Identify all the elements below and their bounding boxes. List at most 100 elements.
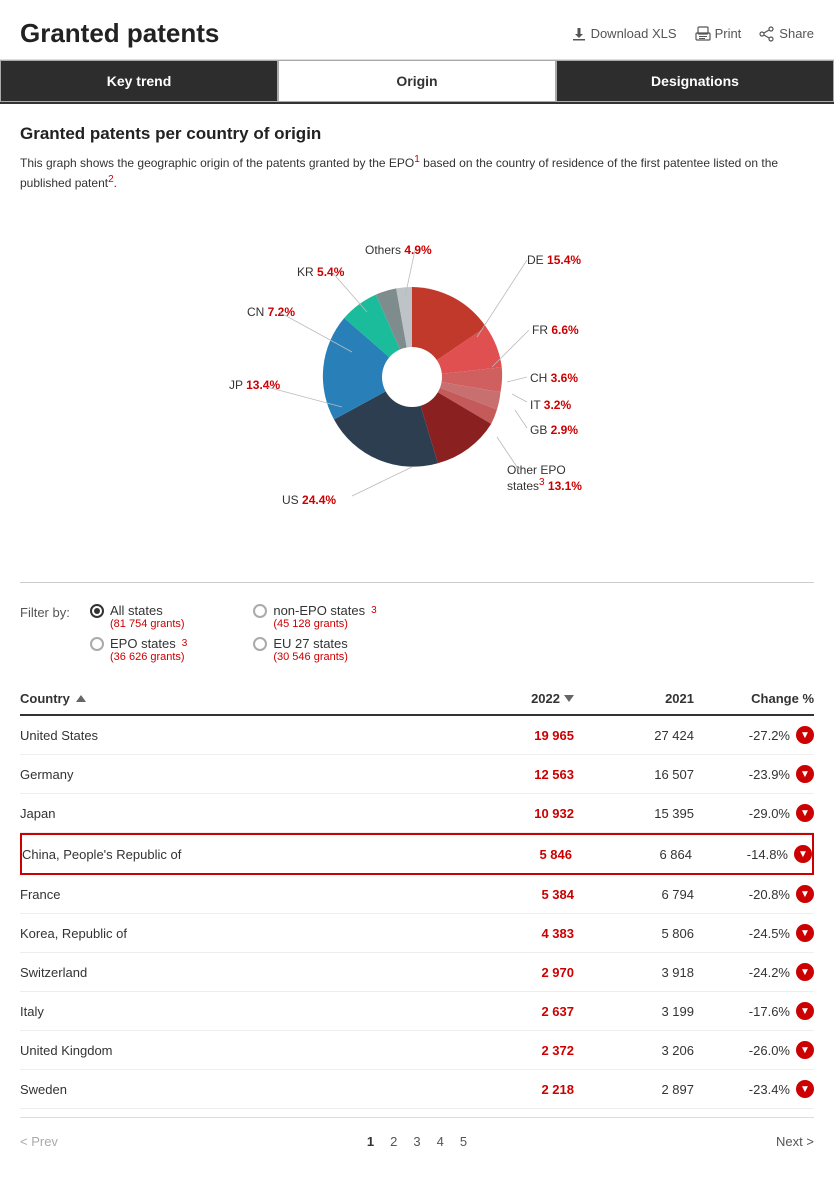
filter-row: Filter by: All states (81 754 grants) no… xyxy=(20,603,814,663)
filter-all-states[interactable]: All states (81 754 grants) xyxy=(90,603,213,630)
col-change[interactable]: Change % xyxy=(694,691,814,706)
cell-2021: 15 395 xyxy=(574,806,694,821)
cell-change: -29.0% ▼ xyxy=(694,804,814,822)
down-arrow-icon: ▼ xyxy=(796,726,814,744)
table-row: Korea, Republic of 4 383 5 806 -24.5% ▼ xyxy=(20,914,814,953)
down-arrow-icon: ▼ xyxy=(796,1041,814,1059)
cell-2022: 5 846 xyxy=(452,847,572,862)
data-table: Country 2022 2021 Change % United States… xyxy=(20,683,814,1109)
filter-options: All states (81 754 grants) non-EPO state… xyxy=(90,603,377,663)
col-2022[interactable]: 2022 xyxy=(454,691,574,706)
cell-country: Germany xyxy=(20,767,454,782)
cell-2022: 2 372 xyxy=(454,1043,574,1058)
radio-epo[interactable] xyxy=(90,637,104,651)
main-content: Granted patents per country of origin Th… xyxy=(0,104,834,1179)
cell-2021: 3 206 xyxy=(574,1043,694,1058)
pie-label-ch: CH 3.6% xyxy=(530,370,578,385)
prev-button[interactable]: < Prev xyxy=(20,1134,58,1149)
cell-2022: 19 965 xyxy=(454,728,574,743)
cell-2021: 27 424 xyxy=(574,728,694,743)
cell-2022: 5 384 xyxy=(454,887,574,902)
cell-country: Switzerland xyxy=(20,965,454,980)
table-header: Country 2022 2021 Change % xyxy=(20,683,814,716)
pie-label-us: US 24.4% xyxy=(282,492,336,507)
radio-eu27[interactable] xyxy=(253,637,267,651)
cell-2021: 6 864 xyxy=(572,847,692,862)
cell-2022: 12 563 xyxy=(454,767,574,782)
cell-change: -17.6% ▼ xyxy=(694,1002,814,1020)
page-title: Granted patents xyxy=(20,18,219,49)
pie-label-de: DE 15.4% xyxy=(527,252,581,267)
cell-2021: 3 918 xyxy=(574,965,694,980)
page-5[interactable]: 5 xyxy=(456,1132,471,1151)
cell-change: -26.0% ▼ xyxy=(694,1041,814,1059)
pie-label-jp: JP 13.4% xyxy=(229,377,280,392)
share-button[interactable]: Share xyxy=(759,26,814,42)
pie-label-other-epo: Other EPO states3 13.1% xyxy=(507,462,582,493)
pie-label-others: Others 4.9% xyxy=(365,242,432,257)
col-country[interactable]: Country xyxy=(20,691,454,706)
down-arrow-icon: ▼ xyxy=(794,845,812,863)
down-arrow-icon: ▼ xyxy=(796,924,814,942)
pie-chart-container: DE 15.4% FR 6.6% CH 3.6% IT 3.2% GB 2.9%… xyxy=(20,212,814,552)
cell-country: United Kingdom xyxy=(20,1043,454,1058)
pie-label-it: IT 3.2% xyxy=(530,397,571,412)
page-4[interactable]: 4 xyxy=(433,1132,448,1151)
tab-origin[interactable]: Origin xyxy=(278,60,556,102)
page-2[interactable]: 2 xyxy=(386,1132,401,1151)
section-title: Granted patents per country of origin xyxy=(20,124,814,144)
pagination: < Prev 1 2 3 4 5 Next > xyxy=(20,1117,814,1159)
col-2021[interactable]: 2021 xyxy=(574,691,694,706)
print-button[interactable]: Print xyxy=(695,26,742,42)
pie-label-kr: KR 5.4% xyxy=(297,264,344,279)
tab-key-trend[interactable]: Key trend xyxy=(0,60,278,102)
filter-epo-states[interactable]: EPO states3 (36 626 grants) xyxy=(90,636,213,663)
pie-label-fr: FR 6.6% xyxy=(532,322,579,337)
share-icon xyxy=(759,26,775,42)
cell-country: Japan xyxy=(20,806,454,821)
down-arrow-icon: ▼ xyxy=(796,885,814,903)
table-row: France 5 384 6 794 -20.8% ▼ xyxy=(20,875,814,914)
cell-country: Sweden xyxy=(20,1082,454,1097)
page-3[interactable]: 3 xyxy=(409,1132,424,1151)
cell-change: -23.4% ▼ xyxy=(694,1080,814,1098)
down-arrow-icon: ▼ xyxy=(796,963,814,981)
cell-change: -24.2% ▼ xyxy=(694,963,814,981)
cell-2022: 2 970 xyxy=(454,965,574,980)
cell-2021: 3 199 xyxy=(574,1004,694,1019)
page-1[interactable]: 1 xyxy=(363,1132,378,1151)
cell-2022: 2 637 xyxy=(454,1004,574,1019)
download-icon xyxy=(571,26,587,42)
pie-chart-wrapper: DE 15.4% FR 6.6% CH 3.6% IT 3.2% GB 2.9%… xyxy=(167,222,667,542)
cell-2021: 5 806 xyxy=(574,926,694,941)
download-button[interactable]: Download XLS xyxy=(571,26,677,42)
radio-non-epo[interactable] xyxy=(253,604,267,618)
sort-icon-2022 xyxy=(564,695,574,702)
down-arrow-icon: ▼ xyxy=(796,1002,814,1020)
sort-icon-country xyxy=(76,695,86,702)
filter-non-epo-states[interactable]: non-EPO states3 (45 128 grants) xyxy=(253,603,376,630)
table-row: Sweden 2 218 2 897 -23.4% ▼ xyxy=(20,1070,814,1109)
tab-bar: Key trend Origin Designations xyxy=(0,60,834,104)
cell-change: -24.5% ▼ xyxy=(694,924,814,942)
next-button[interactable]: Next > xyxy=(776,1134,814,1149)
cell-change: -20.8% ▼ xyxy=(694,885,814,903)
radio-all-states[interactable] xyxy=(90,604,104,618)
cell-2022: 10 932 xyxy=(454,806,574,821)
cell-2021: 16 507 xyxy=(574,767,694,782)
page-header: Granted patents Download XLS Print Share xyxy=(0,0,834,60)
tab-designations[interactable]: Designations xyxy=(556,60,834,102)
pie-label-gb: GB 2.9% xyxy=(530,422,578,437)
table-row: Japan 10 932 15 395 -29.0% ▼ xyxy=(20,794,814,833)
pie-chart-svg xyxy=(312,277,512,477)
cell-2022: 2 218 xyxy=(454,1082,574,1097)
down-arrow-icon: ▼ xyxy=(796,1080,814,1098)
section-divider xyxy=(20,582,814,583)
cell-2021: 2 897 xyxy=(574,1082,694,1097)
down-arrow-icon: ▼ xyxy=(796,765,814,783)
header-actions: Download XLS Print Share xyxy=(571,26,814,42)
filter-eu27-states[interactable]: EU 27 states (30 546 grants) xyxy=(253,636,376,663)
filter-section: Filter by: All states (81 754 grants) no… xyxy=(20,603,814,663)
table-row: United Kingdom 2 372 3 206 -26.0% ▼ xyxy=(20,1031,814,1070)
cell-country: China, People's Republic of xyxy=(22,847,452,862)
